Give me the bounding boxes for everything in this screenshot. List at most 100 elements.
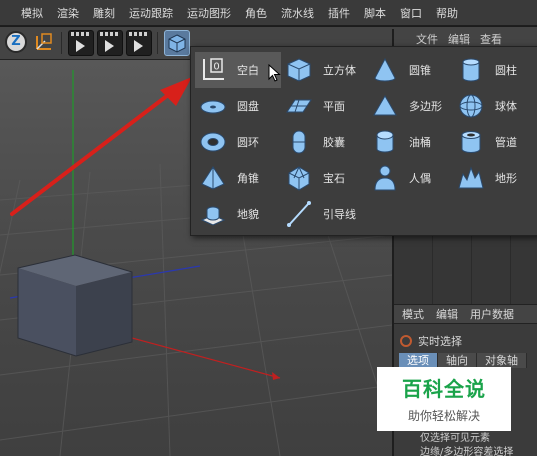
menu-script[interactable]: 脚本 xyxy=(357,5,393,21)
tube-icon xyxy=(455,126,487,158)
cube-icon xyxy=(283,54,315,86)
palette-label: 胶囊 xyxy=(323,136,345,149)
palette-item-torus[interactable]: 圆环 xyxy=(195,124,281,160)
palette-label: 圆盘 xyxy=(237,100,259,113)
menu-motion-tracking[interactable]: 运动跟踪 xyxy=(122,5,180,21)
menu-help[interactable]: 帮助 xyxy=(429,5,465,21)
palette-label: 立方体 xyxy=(323,64,356,77)
null-icon: 0 xyxy=(197,54,229,86)
cube-object xyxy=(17,254,133,357)
menu-mograph[interactable]: 运动图形 xyxy=(180,5,238,21)
option-visible-only[interactable]: 仅选择可见元素 xyxy=(420,429,490,444)
coordinate-icon[interactable] xyxy=(33,31,55,53)
palette-item-oil-tank[interactable]: 油桶 xyxy=(367,124,453,160)
menubar: 模拟 渲染 雕刻 运动跟踪 运动图形 角色 流水线 插件 脚本 窗口 帮助 xyxy=(0,0,537,26)
attr-tab-mode[interactable]: 模式 xyxy=(402,306,424,322)
live-select-label: 实时选择 xyxy=(418,335,462,348)
menu-window[interactable]: 窗口 xyxy=(393,5,429,21)
tab-edit[interactable]: 编辑 xyxy=(448,31,470,47)
pyramid-icon xyxy=(197,162,229,194)
palette-label: 引导线 xyxy=(323,208,356,221)
palette-label: 地形 xyxy=(495,172,517,185)
watermark-logo: 百科全说 助你轻松解决 xyxy=(377,367,511,431)
polygon-icon xyxy=(369,90,401,122)
palette-label: 多边形 xyxy=(409,100,442,113)
palette-item-cylinder[interactable]: 圆柱 xyxy=(453,52,537,88)
sub-tab-options[interactable]: 选项 xyxy=(399,353,438,368)
capsule-icon xyxy=(283,126,315,158)
svg-text:0: 0 xyxy=(213,62,219,73)
cinema4d-window: 模拟 渲染 雕刻 运动跟踪 运动图形 角色 流水线 插件 脚本 窗口 帮助 Z xyxy=(0,0,537,456)
attr-tab-userdata[interactable]: 用户数据 xyxy=(470,306,514,322)
panel-grid xyxy=(394,234,537,304)
annotation-arrow xyxy=(10,77,192,216)
object-palette-popup: 0 空白 立方体 圆锥 圆柱 圆盘 平面 多边形 球体 圆环 胶囊 油桶 管道 … xyxy=(190,46,537,236)
watermark-subtitle: 助你轻松解决 xyxy=(407,409,480,423)
cylinder-icon xyxy=(455,54,487,86)
palette-item-null[interactable]: 0 空白 xyxy=(195,52,281,88)
oil-tank-icon xyxy=(369,126,401,158)
render-picture-icon[interactable] xyxy=(97,30,123,56)
figure-icon xyxy=(369,162,401,194)
palette-item-pyramid[interactable]: 角锥 xyxy=(195,160,281,196)
render-settings-icon[interactable] xyxy=(126,30,152,56)
sub-tab-object-axis[interactable]: 对象轴 xyxy=(477,353,527,368)
palette-item-disc[interactable]: 圆盘 xyxy=(195,88,281,124)
palette-item-landscape[interactable]: 地形 xyxy=(453,160,537,196)
live-select-icon xyxy=(400,335,412,347)
palette-label: 平面 xyxy=(323,100,345,113)
landscape-icon xyxy=(455,162,487,194)
disc-icon xyxy=(197,90,229,122)
sub-tab-axis[interactable]: 轴向 xyxy=(438,353,477,368)
menu-character[interactable]: 角色 xyxy=(238,5,274,21)
palette-label: 管道 xyxy=(495,136,517,149)
torus-icon xyxy=(197,126,229,158)
live-select-row: 实时选择 xyxy=(394,330,537,352)
palette-label: 圆环 xyxy=(237,136,259,149)
relief-icon xyxy=(197,198,229,230)
palette-label: 地貌 xyxy=(237,208,259,221)
tab-file[interactable]: 文件 xyxy=(416,31,438,47)
sphere-icon xyxy=(455,90,487,122)
palette-item-guide[interactable]: 引导线 xyxy=(281,196,367,232)
toolbar-separator xyxy=(157,32,158,54)
platonic-icon xyxy=(283,162,315,194)
menu-sculpt[interactable]: 雕刻 xyxy=(86,5,122,21)
palette-label: 油桶 xyxy=(409,136,431,149)
object-palette-grid: 0 空白 立方体 圆锥 圆柱 圆盘 平面 多边形 球体 圆环 胶囊 油桶 管道 … xyxy=(195,52,537,232)
palette-item-plane[interactable]: 平面 xyxy=(281,88,367,124)
palette-label: 角锥 xyxy=(237,172,259,185)
watermark-title: 百科全说 xyxy=(402,377,486,401)
menu-simulate[interactable]: 模拟 xyxy=(14,5,50,21)
palette-item-relief[interactable]: 地貌 xyxy=(195,196,281,232)
attr-tab-edit[interactable]: 编辑 xyxy=(436,306,458,322)
tab-view[interactable]: 查看 xyxy=(480,31,502,47)
palette-item-capsule[interactable]: 胶囊 xyxy=(281,124,367,160)
z-axis-icon[interactable]: Z xyxy=(5,31,27,53)
menu-pipeline[interactable]: 流水线 xyxy=(274,5,321,21)
option-tolerance-select[interactable]: 边缘/多边形容差选择 xyxy=(420,443,513,456)
mouse-cursor-icon xyxy=(268,64,281,82)
palette-label: 圆锥 xyxy=(409,64,431,77)
menu-plugins[interactable]: 插件 xyxy=(321,5,357,21)
palette-label: 圆柱 xyxy=(495,64,517,77)
plane-icon xyxy=(283,90,315,122)
guide-icon xyxy=(283,198,315,230)
palette-item-cone[interactable]: 圆锥 xyxy=(367,52,453,88)
render-view-icon[interactable] xyxy=(68,30,94,56)
palette-item-platonic[interactable]: 宝石 xyxy=(281,160,367,196)
menu-render[interactable]: 渲染 xyxy=(50,5,86,21)
palette-item-figure[interactable]: 人偶 xyxy=(367,160,453,196)
palette-label: 空白 xyxy=(237,64,259,77)
palette-item-sphere[interactable]: 球体 xyxy=(453,88,537,124)
palette-item-cube[interactable]: 立方体 xyxy=(281,52,367,88)
palette-item-tube[interactable]: 管道 xyxy=(453,124,537,160)
cone-icon xyxy=(369,54,401,86)
toolbar-separator xyxy=(61,32,62,54)
cube-primitive-icon[interactable] xyxy=(164,30,190,56)
attribute-manager-tabs: 模式 编辑 用户数据 xyxy=(394,304,537,324)
palette-item-polygon[interactable]: 多边形 xyxy=(367,88,453,124)
palette-label: 宝石 xyxy=(323,172,345,185)
palette-label: 人偶 xyxy=(409,172,431,185)
palette-label: 球体 xyxy=(495,100,517,113)
